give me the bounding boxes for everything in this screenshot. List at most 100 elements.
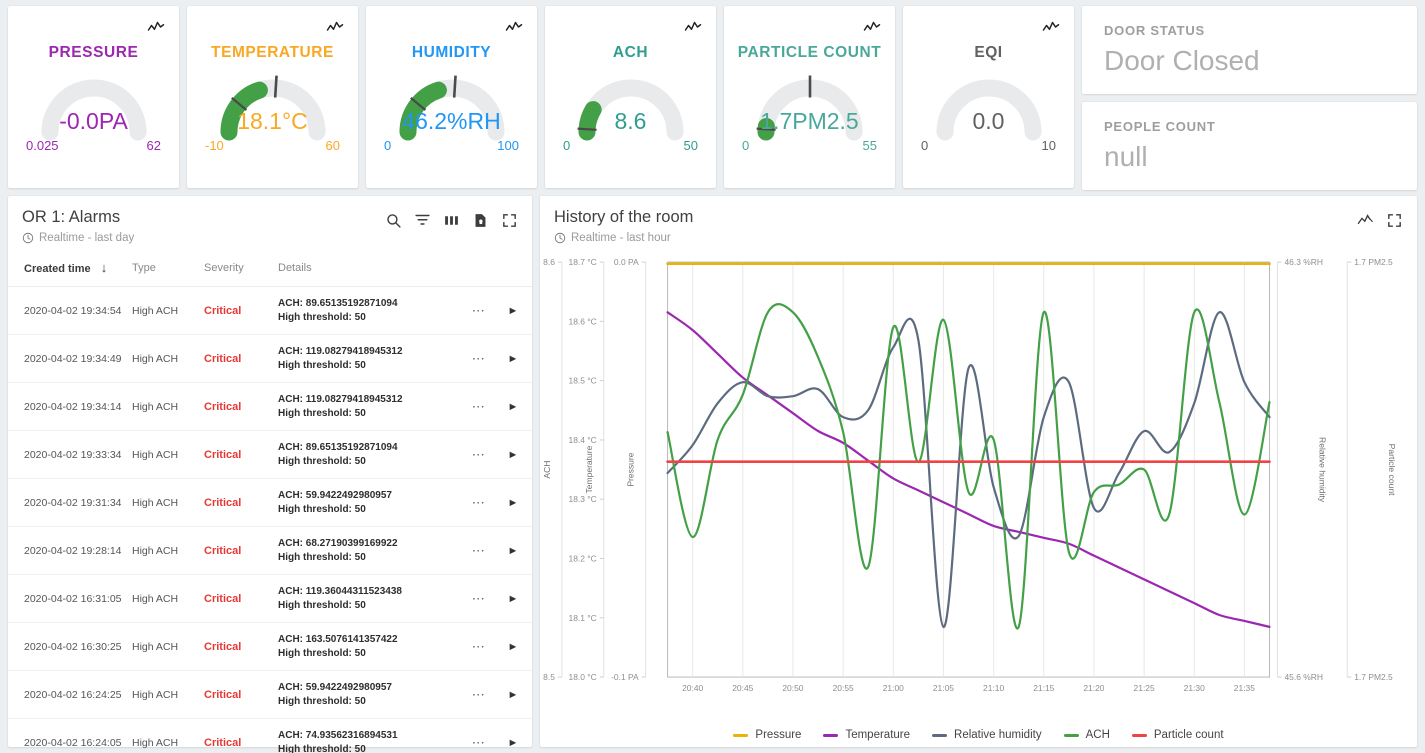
alarms-toolbar	[385, 208, 518, 229]
history-chart[interactable]: 8.6 8.5 ACH 18.7 °C 18.6 °C 18.5 °C 18.4 °C 18.…	[540, 250, 1417, 723]
cell-details: ACH: 89.65135192871094 High threshold: 5…	[278, 286, 464, 335]
table-row[interactable]: 2020-04-02 19:31:34 High ACH Critical AC…	[8, 478, 532, 527]
row-details-button[interactable]: ►	[508, 593, 519, 605]
legend-label: Particle count	[1153, 729, 1224, 742]
cell-details: ACH: 89.65135192871094 High threshold: 5…	[278, 430, 464, 479]
svg-text:18.6 °C: 18.6 °C	[569, 316, 597, 326]
row-more-button[interactable]: ⋯	[472, 687, 487, 702]
svg-text:45.6 %RH: 45.6 %RH	[1284, 672, 1323, 682]
table-row[interactable]: 2020-04-02 19:28:14 High ACH Critical AC…	[8, 526, 532, 575]
gauge-title: TEMPERATURE	[211, 44, 334, 61]
cell-type: High ACH	[132, 718, 204, 753]
chart-area[interactable]: 8.6 8.5 ACH 18.7 °C 18.6 °C 18.5 °C 18.4 °C 18.…	[540, 250, 1417, 723]
detail-threshold: High threshold: 50	[278, 311, 366, 323]
row-details-button[interactable]: ►	[508, 401, 519, 413]
status-badge: Critical	[204, 736, 242, 749]
svg-text:1.7 PM2.5: 1.7 PM2.5	[1354, 257, 1393, 267]
row-details-button[interactable]: ►	[508, 545, 519, 557]
table-row[interactable]: 2020-04-02 16:24:25 High ACH Critical AC…	[8, 670, 532, 719]
row-more-button[interactable]: ⋯	[472, 543, 487, 558]
history-toolbar	[1357, 208, 1403, 229]
row-more-button[interactable]: ⋯	[472, 303, 487, 318]
row-more-button[interactable]: ⋯	[472, 639, 487, 654]
sparkline-icon[interactable]	[863, 20, 881, 34]
column-severity[interactable]: Severity	[204, 250, 278, 287]
gauge-value: 18.1°C	[237, 108, 308, 134]
cell-severity: Critical	[204, 622, 278, 671]
status-badge: Critical	[204, 304, 242, 317]
history-panel: History of the room Realtime - last hour	[540, 196, 1417, 747]
table-row[interactable]: 2020-04-02 16:30:25 High ACH Critical AC…	[8, 622, 532, 671]
row-details-button[interactable]: ►	[508, 305, 519, 317]
chart-icon[interactable]	[1357, 212, 1374, 229]
row-more-button[interactable]: ⋯	[472, 399, 487, 414]
table-row[interactable]: 2020-04-02 19:34:14 High ACH Critical AC…	[8, 382, 532, 431]
sparkline-icon[interactable]	[505, 20, 523, 34]
cell-details: ACH: 59.9422492980957 High threshold: 50	[278, 670, 464, 719]
column-type[interactable]: Type	[132, 250, 204, 287]
legend-item-particle-count[interactable]: Particle count	[1131, 729, 1224, 742]
gauge-value: 46.2%RH	[402, 108, 501, 134]
table-row[interactable]: 2020-04-02 16:31:05 High ACH Critical AC…	[8, 574, 532, 623]
people-count-label: PEOPLE COUNT	[1104, 119, 1216, 134]
sort-desc-arrow-icon: ↓	[100, 260, 108, 275]
table-row[interactable]: 2020-04-02 19:34:54 High ACH Critical AC…	[8, 286, 532, 335]
cell-type: High ACH	[132, 574, 204, 623]
row-more-button[interactable]: ⋯	[472, 735, 487, 750]
table-row[interactable]: 2020-04-02 19:33:34 High ACH Critical AC…	[8, 430, 532, 479]
status-badge: Critical	[204, 688, 242, 701]
row-more-button[interactable]: ⋯	[472, 495, 487, 510]
svg-text:Temperature: Temperature	[584, 445, 594, 493]
svg-text:21:25: 21:25	[1134, 683, 1155, 693]
row-details-button[interactable]: ►	[508, 497, 519, 509]
door-status-value: Door Closed	[1104, 45, 1260, 76]
row-more-button[interactable]: ⋯	[472, 591, 487, 606]
gauge-card-pressure: PRESSURE -0.0PA 0.025 62	[8, 6, 179, 188]
column-details[interactable]: Details	[278, 250, 464, 287]
legend-item-relative-humidity[interactable]: Relative humidity	[932, 729, 1042, 741]
cell-severity: Critical	[204, 574, 278, 623]
sparkline-icon[interactable]	[684, 20, 702, 34]
row-details-button[interactable]: ►	[508, 449, 519, 461]
svg-text:18.1 °C: 18.1 °C	[569, 613, 597, 623]
cell-severity: Critical	[204, 382, 278, 431]
gauge-value: 0.0	[972, 108, 1005, 134]
column-created-time[interactable]: Created time ↓	[8, 250, 132, 287]
gauge-dial: 8.6	[545, 68, 716, 142]
detail-value: ACH: 89.65135192871094	[278, 442, 398, 453]
row-details-button[interactable]: ►	[508, 689, 519, 701]
cell-created-time: 2020-04-02 19:31:34	[8, 478, 132, 527]
table-row[interactable]: 2020-04-02 16:24:05 High ACH Critical AC…	[8, 718, 532, 753]
detail-threshold: High threshold: 50	[278, 359, 366, 371]
people-count-card: PEOPLE COUNT null	[1082, 102, 1417, 190]
fullscreen-icon[interactable]	[1386, 212, 1403, 229]
columns-icon[interactable]	[443, 212, 460, 229]
legend-item-temperature[interactable]: Temperature	[823, 729, 910, 741]
sparkline-icon[interactable]	[1042, 20, 1060, 34]
legend-item-ach[interactable]: ACH	[1063, 729, 1110, 741]
legend-item-pressure[interactable]: Pressure	[733, 729, 801, 741]
sparkline-icon[interactable]	[147, 20, 165, 34]
history-subtitle: Realtime - last hour	[571, 232, 671, 244]
row-more-button[interactable]: ⋯	[472, 351, 487, 366]
row-details-button[interactable]: ►	[508, 737, 519, 749]
alarms-panel: OR 1: Alarms Realtime - last day Created…	[8, 196, 532, 753]
row-details-button[interactable]: ►	[508, 353, 519, 365]
gauge-card-ach: ACH 8.6 0 50	[545, 6, 716, 188]
alarms-table-header: Created time ↓ Type Severity Details	[8, 250, 532, 287]
export-icon[interactable]	[472, 212, 489, 229]
cell-created-time: 2020-04-02 16:24:25	[8, 670, 132, 719]
row-more-button[interactable]: ⋯	[472, 447, 487, 462]
gauge-title: PRESSURE	[48, 44, 139, 61]
sparkline-icon[interactable]	[326, 20, 344, 34]
search-icon[interactable]	[385, 212, 402, 229]
status-badge: Critical	[204, 592, 242, 605]
svg-text:18.3 °C: 18.3 °C	[569, 494, 597, 504]
gauge-dial: -0.0PA	[8, 68, 179, 142]
fullscreen-icon[interactable]	[501, 212, 518, 229]
cell-type: High ACH	[132, 334, 204, 383]
table-row[interactable]: 2020-04-02 19:34:49 High ACH Critical AC…	[8, 334, 532, 383]
row-details-button[interactable]: ►	[508, 641, 519, 653]
dashboard: PRESSURE -0.0PA 0.025 62 TEMPERATURE 18.…	[0, 0, 1425, 753]
filter-icon[interactable]	[414, 212, 431, 229]
